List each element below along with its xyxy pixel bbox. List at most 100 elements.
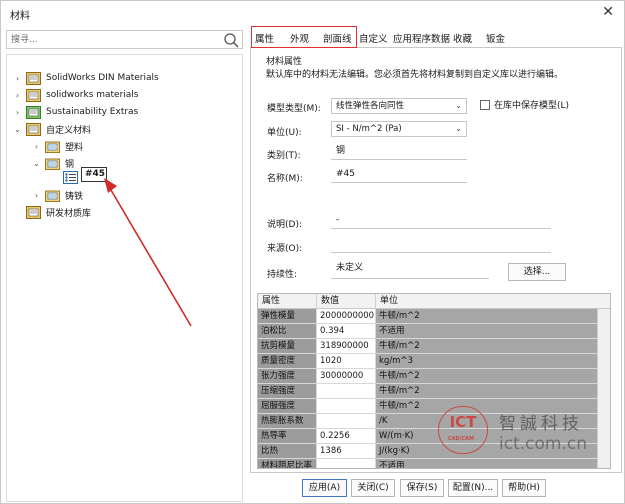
tab-highlight-box: [251, 26, 357, 48]
library-icon: [26, 71, 41, 85]
tree-item-label: Sustainability Extras: [46, 107, 139, 117]
save-model-checkbox[interactable]: 在库中保存模型(L): [480, 98, 569, 111]
table-header-value: 数值: [317, 294, 376, 309]
checkbox-box[interactable]: [480, 99, 490, 110]
library-icon: [26, 122, 41, 136]
row-value[interactable]: 0.2256: [317, 429, 376, 444]
sustainability-field: 未定义: [331, 260, 489, 279]
row-name: 张力强度: [258, 369, 317, 384]
tree-item-cast-iron[interactable]: › 铸铁: [32, 187, 83, 203]
model-type-label: 模型类型(M):: [267, 104, 321, 114]
material-icon: [63, 170, 78, 184]
tree-item-din[interactable]: › SolidWorks DIN Materials: [13, 70, 159, 86]
row-value[interactable]: 2000000000: [317, 309, 376, 324]
tree-item-custom[interactable]: ⌄ 自定义材料: [13, 121, 91, 137]
source-field[interactable]: [331, 236, 551, 253]
expand-icon[interactable]: ›: [13, 74, 22, 83]
tree-item-label: 塑料: [65, 142, 84, 153]
tab-sheet-metal[interactable]: 钣金: [486, 31, 505, 45]
close-icon[interactable]: ✕: [602, 4, 614, 20]
title-bar: 材料 ✕: [1, 1, 624, 25]
expand-icon[interactable]: ›: [32, 142, 41, 151]
row-value[interactable]: [317, 414, 376, 429]
row-unit: kg/m^3: [376, 354, 598, 369]
tab-app-data[interactable]: 应用程序数据: [393, 31, 450, 45]
tree-item-label: SolidWorks DIN Materials: [46, 73, 159, 83]
table-header-unit: 单位: [376, 294, 610, 309]
description-label: 说明(D):: [267, 220, 302, 230]
folder-icon: [45, 158, 60, 170]
config-button[interactable]: 配置(N)...: [448, 479, 498, 497]
expand-icon[interactable]: ›: [32, 191, 41, 200]
row-name: 质量密度: [258, 354, 317, 369]
row-name: 弹性模量: [258, 309, 317, 324]
tab-favorites[interactable]: 收藏: [453, 31, 472, 45]
help-button[interactable]: 帮助(H): [502, 479, 546, 497]
name-label: 名称(M):: [267, 174, 303, 184]
row-value[interactable]: [317, 384, 376, 399]
search-icon[interactable]: [222, 32, 240, 48]
row-name: 屈服强度: [258, 399, 317, 414]
source-label: 来源(O):: [267, 244, 303, 254]
row-value[interactable]: [317, 459, 376, 468]
row-name: 热膨胀系数: [258, 414, 317, 429]
folder-icon: [45, 190, 60, 202]
row-unit: 不适用: [376, 324, 598, 339]
tree-item-label: 铸铁: [65, 191, 84, 202]
row-unit: 牛顿/m^2: [376, 309, 598, 324]
row-unit: 牛顿/m^2: [376, 369, 598, 384]
chevron-down-icon: ⌄: [455, 124, 462, 133]
row-name: 比热: [258, 444, 317, 459]
tree-item-label: 钢: [65, 159, 75, 170]
row-unit: 牛顿/m^2: [376, 384, 598, 399]
category-label: 类别(T):: [267, 151, 301, 161]
category-field[interactable]: 钢: [331, 143, 467, 160]
collapse-icon[interactable]: ⌄: [13, 125, 22, 134]
annotation-arrow: [104, 178, 192, 327]
close-button[interactable]: 关闭(C): [351, 479, 395, 497]
search-box: [6, 30, 243, 49]
tab-custom[interactable]: 自定义: [359, 31, 388, 45]
apply-button[interactable]: 应用(A): [302, 479, 347, 497]
row-value[interactable]: 30000000: [317, 369, 376, 384]
row-value[interactable]: [317, 399, 376, 414]
tree-item-solidworks[interactable]: › solidworks materials: [13, 87, 139, 103]
save-model-label: 在库中保存模型(L): [494, 101, 570, 111]
row-unit: 牛顿/m^2: [376, 339, 598, 354]
library-icon: [26, 205, 41, 219]
watermark-url: ict.com.cn: [499, 434, 587, 454]
description-field[interactable]: -: [331, 212, 551, 229]
section-title: 材料属性: [266, 57, 303, 67]
search-input[interactable]: [11, 32, 211, 48]
row-value[interactable]: 318900000: [317, 339, 376, 354]
save-button[interactable]: 保存(S): [400, 479, 444, 497]
expand-icon[interactable]: ›: [13, 108, 22, 117]
row-name: 热导率: [258, 429, 317, 444]
chevron-down-icon: ⌄: [455, 101, 462, 110]
name-field[interactable]: #45: [331, 166, 467, 183]
row-name: 压缩强度: [258, 384, 317, 399]
select-button[interactable]: 选择...: [508, 263, 566, 281]
row-value[interactable]: 1020: [317, 354, 376, 369]
tree-item-rd-library[interactable]: 研发材质库: [26, 204, 91, 220]
tree-item-45[interactable]: [63, 169, 83, 185]
units-value: SI - N/m^2 (Pa): [336, 124, 402, 134]
sustainability-label: 持续性:: [267, 270, 298, 280]
watermark: ICT CAD/CAM 智誠科技 ict.com.cn: [438, 406, 618, 466]
row-name: 材料阻尼比率: [258, 459, 317, 468]
row-value[interactable]: 0.394: [317, 324, 376, 339]
row-value[interactable]: 1386: [317, 444, 376, 459]
expand-icon[interactable]: ›: [13, 91, 22, 100]
tree-item-plastic[interactable]: › 塑料: [32, 138, 83, 154]
collapse-icon[interactable]: ⌄: [32, 159, 41, 168]
library-icon: [26, 88, 41, 102]
units-select[interactable]: SI - N/m^2 (Pa) ⌄: [331, 121, 467, 137]
units-label: 单位(U):: [267, 128, 302, 138]
watermark-logo-sub: CAD/CAM: [448, 436, 475, 442]
tree-item-sustainability[interactable]: › Sustainability Extras: [13, 104, 138, 120]
model-type-value: 线性弹性各向同性: [336, 101, 405, 111]
watermark-company: 智誠科技: [499, 414, 583, 434]
tree-item-label: solidworks materials: [46, 90, 139, 100]
material-dialog: 材料 ✕ › SolidWorks DIN Materials › solidw…: [0, 0, 625, 504]
model-type-select[interactable]: 线性弹性各向同性 ⌄: [331, 98, 467, 114]
